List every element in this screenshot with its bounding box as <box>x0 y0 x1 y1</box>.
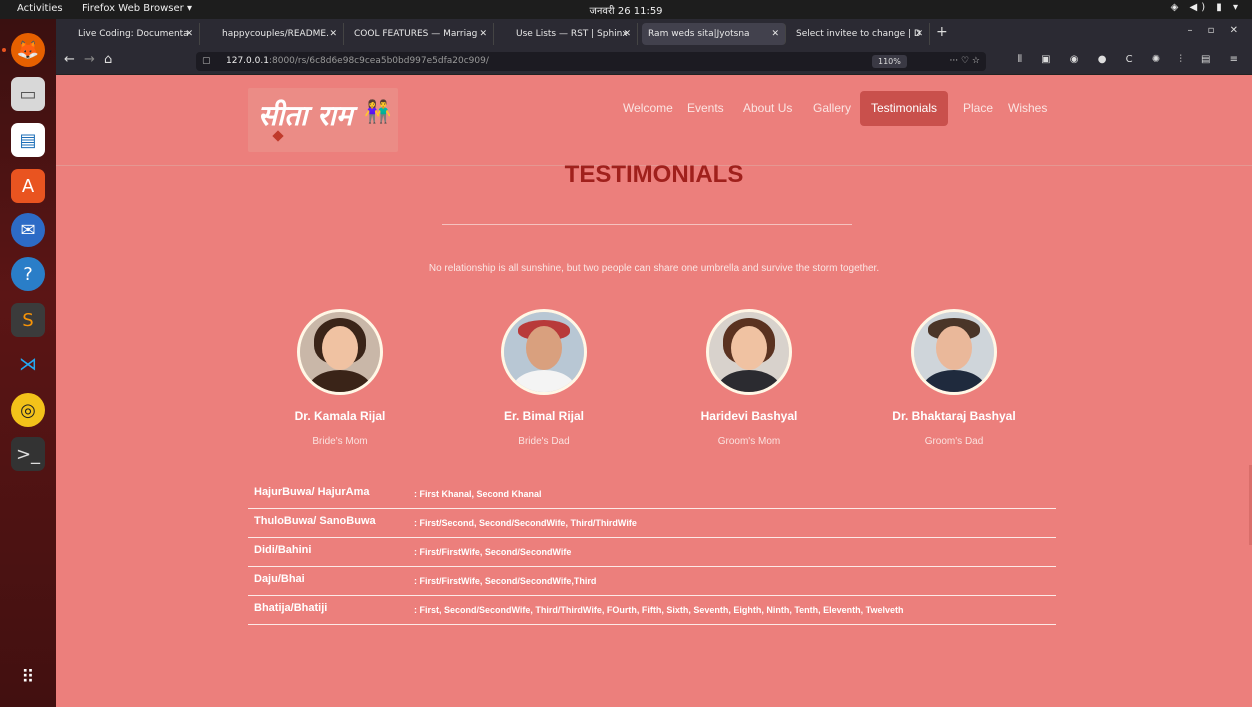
url-host: 127.0.0.1 <box>226 56 269 66</box>
close-icon[interactable]: ✕ <box>771 23 779 45</box>
relation-members: : First/FirstWife, Second/SecondWife,Thi… <box>414 576 597 586</box>
person-role: Bride's Mom <box>312 436 368 447</box>
tab-ram-weds-sita[interactable]: Ram weds sita|Jyotsna ✕ <box>642 23 786 45</box>
system-tray[interactable]: ◈ ◀) ▮ ▾ <box>1171 2 1242 13</box>
forward-icon[interactable]: → <box>84 52 95 67</box>
relation-name: Didi/Bahini <box>254 544 312 556</box>
site-logo[interactable]: सीता राम 👫 <box>248 88 398 152</box>
page-info-icon[interactable]: ▢ <box>202 52 211 71</box>
relation-members: : First/Second, Second/SecondWife, Third… <box>414 518 637 528</box>
person-role: Bride's Dad <box>518 436 570 447</box>
logo-text: सीता राम <box>258 99 353 132</box>
page-actions[interactable]: ··· ♡ ☆ <box>950 52 980 71</box>
tab-label: COOL FEATURES — Marriag <box>354 29 478 39</box>
nav-wishes[interactable]: Wishes <box>997 91 1058 126</box>
table-row: ThuloBuwa/ SanoBuwa : First/Second, Seco… <box>248 509 1056 538</box>
table-row: HajurBuwa/ HajurAma : First Khanal, Seco… <box>248 480 1056 509</box>
tab-label: Use Lists — RST | Sphinx <box>516 29 628 39</box>
tab-cool-features[interactable]: COOL FEATURES — Marriag ✕ <box>348 23 494 45</box>
couple-icon: 👫 <box>364 100 392 125</box>
tab-label: Select invitee to change | D <box>796 29 921 39</box>
testimonial-card: Haridevi Bashyal Groom's Mom <box>649 309 849 447</box>
relation-name: HajurBuwa/ HajurAma <box>254 486 370 498</box>
relation-name: ThuloBuwa/ SanoBuwa <box>254 515 376 527</box>
back-icon[interactable]: ← <box>64 52 75 67</box>
writer-icon[interactable]: ▤ <box>11 123 45 157</box>
sublime-icon[interactable]: S <box>11 303 45 337</box>
tab-strip: Live Coding: Documenta ✕ happycouples/REA… <box>56 19 1252 49</box>
close-icon[interactable]: ✕ <box>623 23 631 45</box>
tab-select-invitee[interactable]: Select invitee to change | D ✕ <box>790 23 930 45</box>
person-role: Groom's Dad <box>924 436 984 447</box>
tab-label: happycouples/README. <box>222 29 329 39</box>
window-controls[interactable]: – ▫ ✕ <box>1187 25 1244 36</box>
testimonial-card: Dr. Bhaktaraj Bashyal Groom's Dad <box>854 309 1054 447</box>
dock: 🦊 ▭ ▤ A ✉ ? S ⋊ ◎ >_ ⠿ <box>0 19 56 707</box>
table-row: Bhatija/Bhatiji : First, Second/SecondWi… <box>248 596 1056 625</box>
relation-members: : First, Second/SecondWife, Third/ThirdW… <box>414 605 904 615</box>
show-applications-icon[interactable]: ⠿ <box>14 667 42 695</box>
vscode-icon[interactable]: ⋊ <box>11 347 45 381</box>
terminal-icon[interactable]: >_ <box>11 437 45 471</box>
tab-label: Live Coding: Documenta <box>78 29 189 39</box>
nav-gallery[interactable]: Gallery <box>802 91 862 126</box>
new-tab-button[interactable]: + <box>936 24 948 40</box>
relation-members: : First/FirstWife, Second/SecondWife <box>414 547 572 557</box>
avatar <box>297 309 383 395</box>
running-indicator <box>2 48 6 52</box>
close-icon[interactable]: ✕ <box>915 23 923 45</box>
thunderbird-icon[interactable]: ✉ <box>11 213 45 247</box>
help-icon[interactable]: ? <box>11 257 45 291</box>
close-icon[interactable]: ✕ <box>185 23 193 45</box>
relation-name: Daju/Bhai <box>254 573 305 585</box>
nav-about-us[interactable]: About Us <box>732 91 803 126</box>
tab-happycouples[interactable]: happycouples/README. ✕ <box>204 23 344 45</box>
web-page: सीता राम 👫 Welcome Events About Us Galle… <box>56 75 1252 707</box>
software-icon[interactable]: A <box>11 169 45 203</box>
person-name: Haridevi Bashyal <box>700 409 798 423</box>
zoom-indicator[interactable]: 110% <box>872 55 907 68</box>
testimonial-card: Er. Bimal Rijal Bride's Dad <box>444 309 644 447</box>
rhythmbox-icon[interactable]: ◎ <box>11 393 45 427</box>
relations-table: HajurBuwa/ HajurAma : First Khanal, Seco… <box>248 480 1056 625</box>
person-name: Dr. Kamala Rijal <box>294 409 386 423</box>
close-icon[interactable]: ✕ <box>479 23 487 45</box>
home-icon[interactable]: ⌂ <box>104 52 112 67</box>
section-title: TESTIMONIALS <box>564 161 744 188</box>
files-icon[interactable]: ▭ <box>11 77 45 111</box>
url-path: :8000/rs/6c8d6e98c9cea5b0bd997e5dfa20c90… <box>268 56 489 66</box>
navigation-toolbar: ← → ⌂ ▢ 127.0.0.1:8000/rs/6c8d6e98c9cea5… <box>56 49 1252 75</box>
nav-testimonials[interactable]: Testimonials <box>860 91 949 126</box>
relation-name: Bhatija/Bhatiji <box>254 602 328 614</box>
person-name: Dr. Bhaktaraj Bashyal <box>892 409 1016 423</box>
tab-use-lists[interactable]: Use Lists — RST | Sphinx ✕ <box>498 23 638 45</box>
person-role: Groom's Mom <box>717 436 781 447</box>
avatar <box>501 309 587 395</box>
nav-events[interactable]: Events <box>676 91 735 126</box>
nav-welcome[interactable]: Welcome <box>612 91 684 126</box>
person-name: Er. Bimal Rijal <box>503 409 585 423</box>
clock[interactable]: जनवरी 26 11:59 <box>0 3 1252 17</box>
section-quote: No relationship is all sunshine, but two… <box>428 263 880 274</box>
toolbar-icons[interactable]: ⫴ ▣ ◉ ● C ✺ ⫶ ▤ ≡ <box>1018 54 1246 65</box>
relation-members: : First Khanal, Second Khanal <box>414 489 542 499</box>
table-row: Didi/Bahini : First/FirstWife, Second/Se… <box>248 538 1056 567</box>
system-top-bar: Activities Firefox Web Browser ▾ जनवरी 2… <box>0 0 1252 19</box>
avatar <box>706 309 792 395</box>
testimonial-card: Dr. Kamala Rijal Bride's Mom <box>240 309 440 447</box>
url-bar[interactable]: ▢ 127.0.0.1:8000/rs/6c8d6e98c9cea5b0bd99… <box>196 52 986 71</box>
title-underline <box>442 224 852 225</box>
url-text[interactable]: 127.0.0.1:8000/rs/6c8d6e98c9cea5b0bd997e… <box>226 52 489 71</box>
avatar <box>911 309 997 395</box>
tab-label: Ram weds sita|Jyotsna <box>648 29 750 39</box>
close-icon[interactable]: ✕ <box>329 23 337 45</box>
tab-live-coding[interactable]: Live Coding: Documenta ✕ <box>60 23 200 45</box>
table-row: Daju/Bhai : First/FirstWife, Second/Seco… <box>248 567 1056 596</box>
firefox-icon[interactable]: 🦊 <box>11 33 45 67</box>
